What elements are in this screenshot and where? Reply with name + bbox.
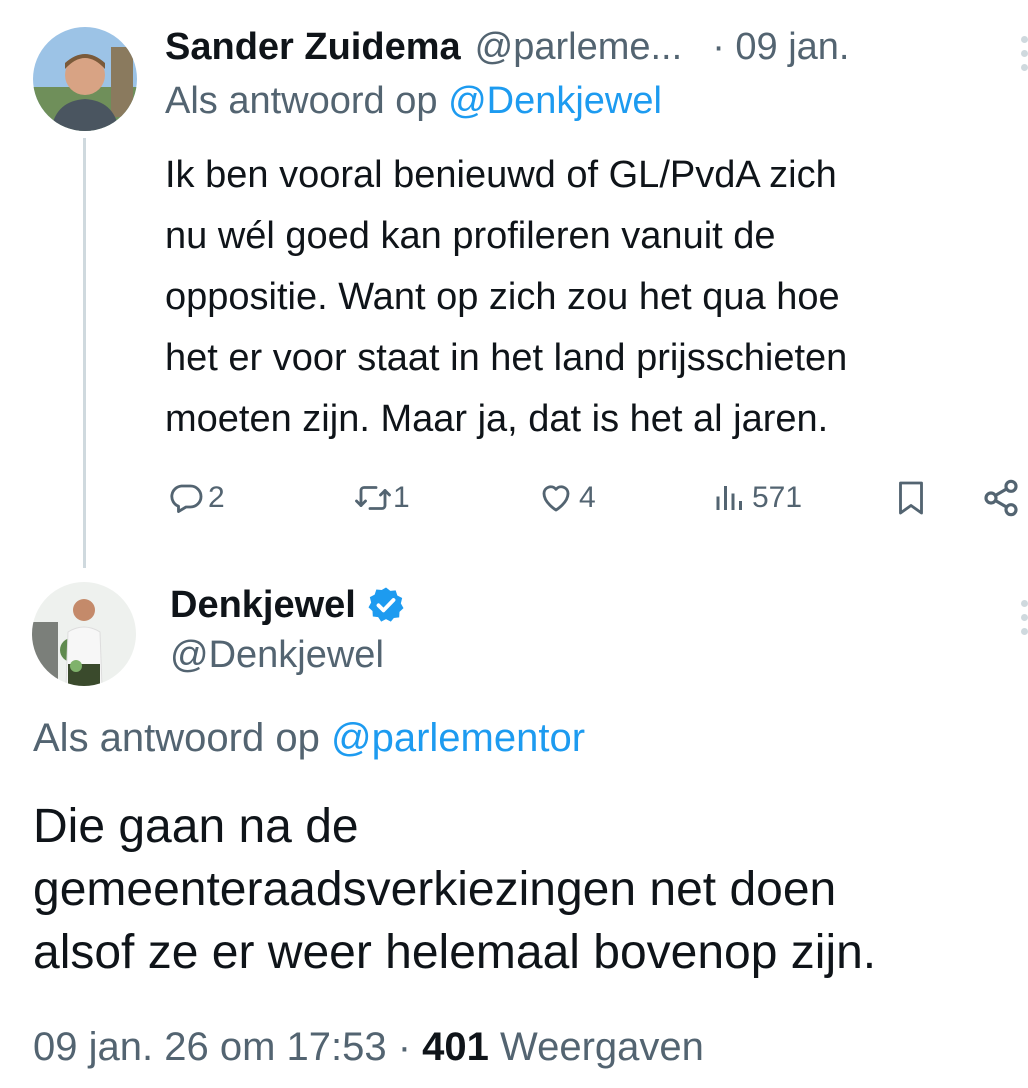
bookmark-icon — [893, 478, 929, 518]
reply-context: Als antwoord op @Denkjewel — [165, 80, 662, 123]
text-line: alsof ze er weer helemaal bovenop zijn. — [33, 926, 877, 979]
main-tweet-text: Die gaan na de gemeenteraadsverkiezingen… — [33, 795, 876, 984]
main-tweet-header: Denkjewel — [170, 580, 406, 630]
text-line: nu wél goed kan profileren vanuit de — [165, 215, 776, 257]
text-line: moeten zijn. Maar ja, dat is het al jare… — [165, 398, 829, 440]
handle[interactable]: @Denkjewel — [170, 634, 384, 677]
text-line: oppositie. Want op zich zou het qua hoe — [165, 276, 840, 318]
tweet-meta: 09 jan. 26 om 17:53 · 401 Weergaven — [33, 1025, 704, 1070]
reply-to-mention[interactable]: @parlementor — [331, 716, 585, 760]
text-line: Die gaan na de — [33, 800, 359, 853]
tweet-time[interactable]: · 09 jan. — [712, 26, 849, 69]
text-line: het er voor staat in het land prijsschie… — [165, 337, 848, 379]
verified-badge-icon — [366, 585, 406, 625]
views-icon — [712, 480, 748, 516]
like-button[interactable]: 4 — [537, 478, 596, 518]
views-button[interactable]: 571 — [712, 478, 802, 518]
views-count: 401 — [422, 1025, 489, 1069]
views-label: Weergaven — [500, 1025, 704, 1069]
text-line: Ik ben vooral benieuwd of GL/PvdA zich — [165, 154, 837, 196]
more-icon[interactable] — [1018, 600, 1028, 636]
bookmark-button[interactable] — [893, 478, 929, 518]
avatar-denkjewel[interactable] — [32, 582, 136, 686]
views-count: 571 — [752, 481, 803, 514]
share-button[interactable] — [980, 478, 1022, 518]
timestamp[interactable]: 09 jan. 26 om 17:53 — [33, 1025, 387, 1069]
thread-connector-line — [83, 138, 86, 568]
reply-tweet-header: Sander Zuidema @parleme... · 09 jan. — [165, 22, 965, 72]
display-name[interactable]: Sander Zuidema — [165, 26, 461, 69]
reply-tweet-text: Ik ben vooral benieuwd of GL/PvdA zich n… — [165, 145, 847, 450]
reply-prefix: Als antwoord op — [165, 80, 438, 122]
display-name[interactable]: Denkjewel — [170, 584, 356, 627]
reply-button[interactable]: 2 — [168, 478, 225, 518]
repost-icon — [353, 480, 393, 516]
more-icon[interactable] — [1018, 36, 1028, 72]
handle[interactable]: @parleme... — [475, 26, 683, 69]
like-icon — [537, 480, 575, 516]
like-count: 4 — [579, 481, 596, 514]
share-icon — [980, 478, 1022, 518]
reply-to-mention[interactable]: @Denkjewel — [448, 80, 662, 122]
text-line: gemeenteraadsverkiezingen net doen — [33, 863, 837, 916]
reply-prefix: Als antwoord op — [33, 716, 320, 760]
reply-icon — [168, 480, 204, 516]
meta-separator: · — [397, 1025, 412, 1069]
reply-context: Als antwoord op @parlementor — [33, 716, 585, 761]
avatar-sander-zuidema[interactable] — [33, 27, 137, 131]
repost-button[interactable]: 1 — [353, 478, 410, 518]
repost-count: 1 — [393, 481, 410, 514]
reply-count: 2 — [208, 481, 225, 514]
